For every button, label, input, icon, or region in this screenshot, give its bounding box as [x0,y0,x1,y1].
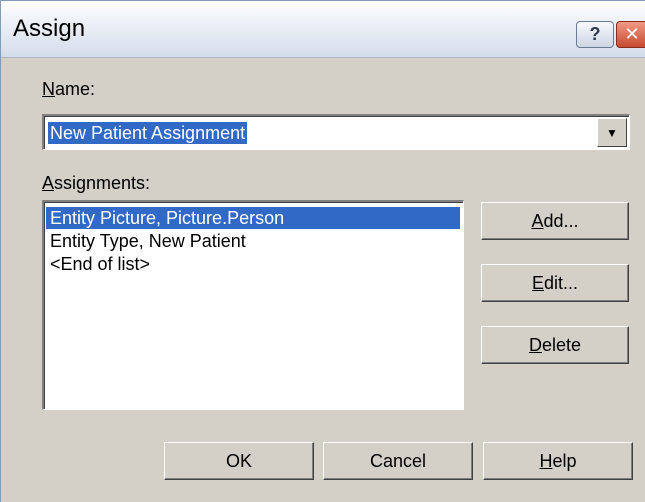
add-button[interactable]: Add... [481,202,629,240]
title-bar[interactable]: Assign ? ✕ [1,1,645,58]
window-title: Assign [13,15,86,42]
name-label: Name: [42,79,96,99]
close-icon[interactable]: ✕ [616,21,645,48]
name-combobox-value[interactable]: New Patient Assignment [48,122,248,144]
help-button[interactable]: Help [483,442,633,480]
edit-button[interactable]: Edit... [481,264,629,302]
chevron-down-icon[interactable]: ▼ [597,118,627,147]
ok-button[interactable]: OK [164,442,314,480]
list-item[interactable]: <End of list> [46,253,150,275]
list-item[interactable]: Entity Type, New Patient [46,230,246,252]
name-combobox[interactable]: New Patient Assignment ▼ [42,114,630,150]
assignments-listbox[interactable]: Entity Picture, Picture.Person Entity Ty… [42,200,464,410]
list-item[interactable]: Entity Picture, Picture.Person [46,207,460,229]
cancel-button[interactable]: Cancel [323,442,473,480]
delete-button[interactable]: Delete [481,326,629,364]
assignments-label: Assignments: [42,173,151,193]
assign-dialog: Assign ? ✕ Name: New Patient Assignment … [0,0,645,502]
help-icon[interactable]: ? [576,21,614,48]
